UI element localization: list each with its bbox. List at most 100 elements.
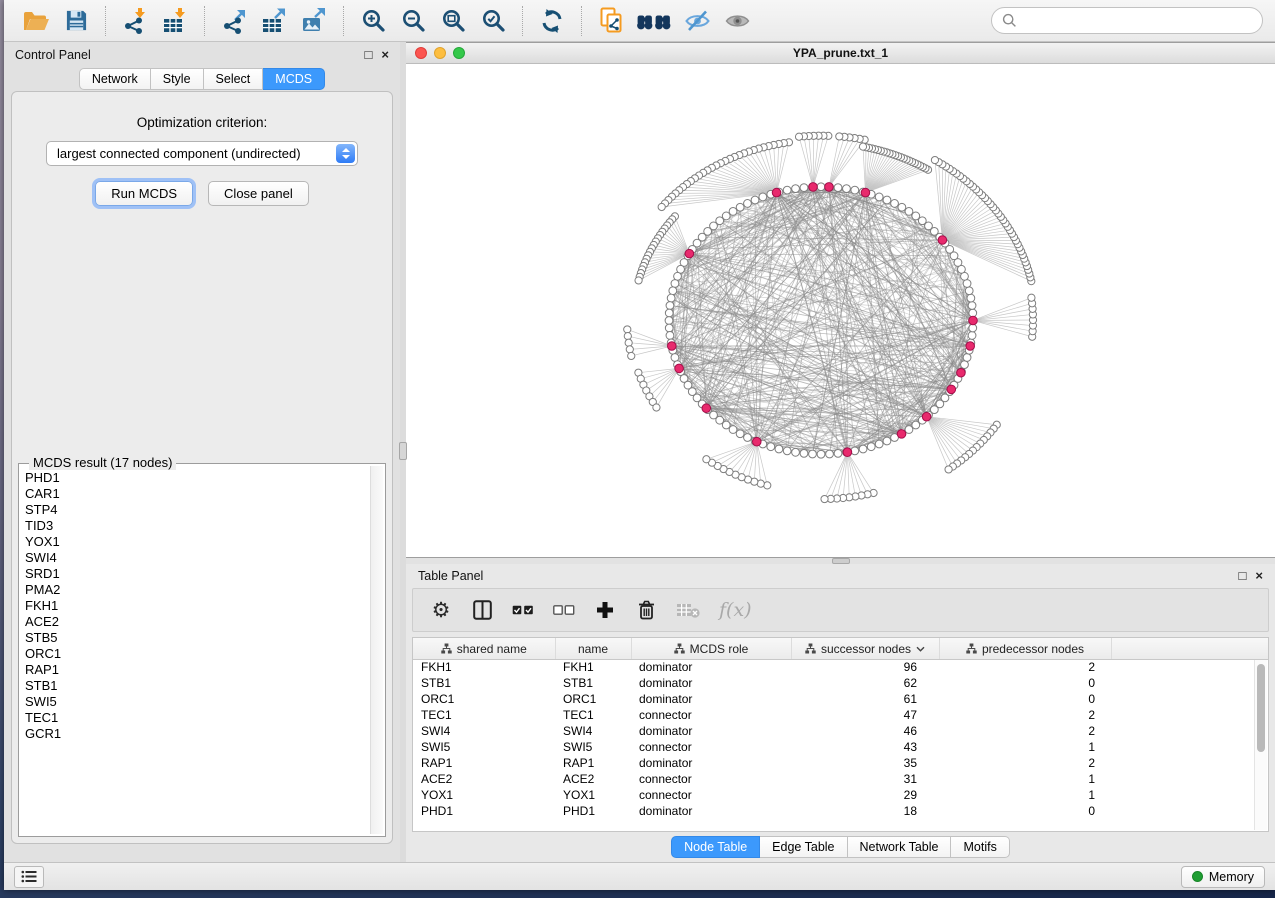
run-mcds-button[interactable]: Run MCDS <box>95 181 193 206</box>
memory-button[interactable]: Memory <box>1181 866 1265 888</box>
mcds-hub-node[interactable] <box>809 183 818 192</box>
mcds-hub-node[interactable] <box>825 183 834 192</box>
mcds-result-item[interactable]: SWI4 <box>25 550 367 566</box>
network-node[interactable] <box>968 332 976 340</box>
show-all-button[interactable] <box>720 4 754 38</box>
mcds-result-item[interactable]: FKH1 <box>25 598 367 614</box>
mcds-result-item[interactable]: CAR1 <box>25 486 367 502</box>
column-header-predecessor-nodes[interactable]: predecessor nodes <box>939 638 1111 659</box>
network-node[interactable] <box>834 449 842 457</box>
mcds-hub-node[interactable] <box>957 368 966 377</box>
mcds-result-item[interactable]: TID3 <box>25 518 367 534</box>
optimization-criterion-select[interactable]: largest connected component (undirected) <box>46 141 358 166</box>
network-leaf-node[interactable] <box>945 466 952 473</box>
network-node[interactable] <box>674 272 682 280</box>
network-node[interactable] <box>666 302 674 310</box>
tab-network[interactable]: Network <box>79 68 151 90</box>
import-table-button[interactable] <box>158 4 192 38</box>
network-node[interactable] <box>961 361 969 369</box>
network-node[interactable] <box>665 324 673 332</box>
column-header-name[interactable]: name <box>555 638 631 659</box>
mcds-result-item[interactable]: ORC1 <box>25 646 367 662</box>
network-node[interactable] <box>744 434 752 442</box>
mcds-hub-node[interactable] <box>667 342 676 351</box>
table-scrollbar[interactable] <box>1254 660 1267 830</box>
network-node[interactable] <box>965 287 973 295</box>
deselect-all-columns-button[interactable] <box>553 605 575 616</box>
mcds-hub-node[interactable] <box>772 188 781 197</box>
zoom-selected-button[interactable] <box>476 4 510 38</box>
splitter-grip[interactable] <box>832 558 850 564</box>
table-settings-button[interactable]: ⚙ <box>430 600 452 621</box>
network-node[interactable] <box>783 186 791 194</box>
open-button[interactable] <box>19 4 53 38</box>
network-node[interactable] <box>967 294 975 302</box>
network-node[interactable] <box>736 203 744 211</box>
mcds-hub-node[interactable] <box>752 437 761 446</box>
network-node[interactable] <box>669 287 677 295</box>
network-node[interactable] <box>851 447 859 455</box>
mcds-result-item[interactable]: STP4 <box>25 502 367 518</box>
clone-network-button[interactable] <box>594 4 628 38</box>
network-leaf-node[interactable] <box>635 277 642 284</box>
close-window-icon[interactable] <box>415 47 427 59</box>
network-node[interactable] <box>817 183 825 191</box>
mcds-result-item[interactable]: SRD1 <box>25 566 367 582</box>
network-node[interactable] <box>963 280 971 288</box>
table-row[interactable]: SWI4SWI4dominator462 <box>413 723 1268 739</box>
mcds-result-item[interactable]: SWI5 <box>25 694 367 710</box>
network-node[interactable] <box>883 437 891 445</box>
tab-node-table[interactable]: Node Table <box>671 836 760 858</box>
network-node[interactable] <box>875 193 883 201</box>
network-node[interactable] <box>665 317 673 325</box>
mcds-result-item[interactable]: PHD1 <box>25 470 367 486</box>
network-node[interactable] <box>792 185 800 193</box>
network-node[interactable] <box>809 450 817 458</box>
network-node[interactable] <box>817 450 825 458</box>
column-header-mcds-role[interactable]: MCDS role <box>631 638 791 659</box>
network-leaf-node[interactable] <box>703 456 710 463</box>
table-row[interactable]: FKH1FKH1dominator962 <box>413 659 1268 675</box>
network-node[interactable] <box>722 421 730 429</box>
network-leaf-node[interactable] <box>795 133 802 140</box>
network-leaf-node[interactable] <box>859 143 866 150</box>
network-node[interactable] <box>783 447 791 455</box>
network-node[interactable] <box>666 332 674 340</box>
splitter-grip[interactable] <box>399 442 407 460</box>
network-node[interactable] <box>912 212 920 220</box>
network-node[interactable] <box>744 200 752 208</box>
export-image-button[interactable] <box>297 4 331 38</box>
horizontal-splitter[interactable] <box>406 558 1275 564</box>
zoom-fit-button[interactable] <box>436 4 470 38</box>
export-table-button[interactable] <box>257 4 291 38</box>
table-row[interactable]: STB1STB1dominator620 <box>413 675 1268 691</box>
tab-mcds[interactable]: MCDS <box>263 68 325 90</box>
select-all-columns-button[interactable] <box>512 605 534 616</box>
network-node[interactable] <box>800 449 808 457</box>
zoom-out-button[interactable] <box>396 4 430 38</box>
mcds-result-item[interactable]: STB1 <box>25 678 367 694</box>
float-panel-icon[interactable]: □ <box>365 47 373 62</box>
network-node[interactable] <box>775 445 783 453</box>
network-node[interactable] <box>671 354 679 362</box>
save-button[interactable] <box>59 4 93 38</box>
network-leaf-node[interactable] <box>821 495 828 502</box>
network-node[interactable] <box>800 184 808 192</box>
network-node[interactable] <box>767 443 775 451</box>
network-node[interactable] <box>851 186 859 194</box>
export-network-button[interactable] <box>217 4 251 38</box>
table-row[interactable]: SWI5SWI5connector431 <box>413 739 1268 755</box>
network-node[interactable] <box>875 440 883 448</box>
mcds-hub-node[interactable] <box>969 316 978 325</box>
mcds-hub-node[interactable] <box>897 430 906 439</box>
close-panel-icon[interactable]: × <box>1255 568 1263 583</box>
network-leaf-node[interactable] <box>653 404 660 411</box>
table-row[interactable]: RAP1RAP1dominator352 <box>413 755 1268 771</box>
network-node[interactable] <box>905 426 913 434</box>
network-node[interactable] <box>759 193 767 201</box>
mcds-result-item[interactable]: GCR1 <box>25 726 367 742</box>
vertical-splitter[interactable] <box>400 42 406 862</box>
minimize-window-icon[interactable] <box>434 47 446 59</box>
maximize-window-icon[interactable] <box>453 47 465 59</box>
add-column-button[interactable] <box>594 601 616 619</box>
